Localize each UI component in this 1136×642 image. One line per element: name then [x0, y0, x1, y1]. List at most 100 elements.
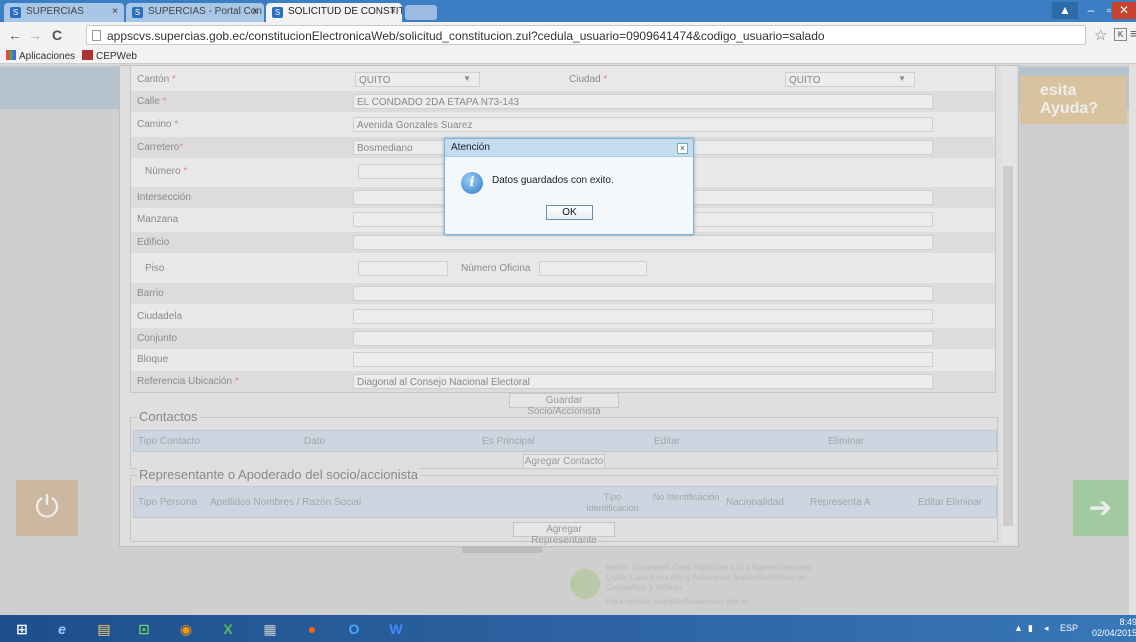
row-calle: Calle * EL CONDADO 2DA ETAPA N73-143 [131, 91, 995, 112]
label-text: Referencia Ubicación [137, 376, 233, 387]
barrio-input[interactable] [353, 286, 933, 301]
chrome-icon[interactable]: ◉ [172, 618, 200, 640]
windows-start-icon[interactable]: ⊞ [8, 618, 36, 640]
word-icon[interactable]: W [382, 618, 410, 640]
url-text: appscvs.supercias.gob.ec/constitucionEle… [107, 29, 825, 43]
row-conjunto: Conjunto [131, 328, 995, 349]
tab-supercias[interactable]: S SUPERCIAS × [4, 3, 124, 22]
label-text: Ciudad [569, 74, 601, 85]
footer-info: Matriz: Guayaquil: Calle Pichincha 410 y… [570, 563, 890, 613]
tab-label: SUPERCIAS - Portal Con [148, 6, 262, 17]
calle-input[interactable]: EL CONDADO 2DA ETAPA N73-143 [353, 94, 933, 109]
user-icon[interactable]: ▲ [1052, 2, 1078, 19]
guardar-socio-button[interactable]: Guardar Socio/Accionista [509, 393, 619, 417]
power-button[interactable]: ⏻ [16, 480, 78, 536]
bookmark-cepweb[interactable]: CEPWeb [82, 50, 137, 62]
contactos-section: Contactos Tipo Contacto Dato Es Principa… [130, 409, 998, 469]
referencia-input[interactable]: Diagonal al Consejo Nacional Electoral [353, 374, 933, 389]
representante-section: Representante o Apoderado del socio/acci… [130, 467, 998, 546]
column-header: Representa A [810, 497, 871, 508]
row-canton: Cantón * QUITO ▼ Ciudad * QUITO ▼ [131, 69, 995, 90]
agregar-contacto-button[interactable]: Agregar Contacto [523, 454, 605, 469]
close-window-button[interactable]: ✕ [1112, 2, 1136, 19]
column-header: Eliminar [828, 436, 865, 447]
tab-label: SUPERCIAS [26, 6, 84, 17]
internet-explorer-icon[interactable]: e [48, 618, 76, 640]
firefox-icon[interactable]: ● [298, 618, 326, 640]
tab-solicitud[interactable]: S SOLICITUD DE CONSTITU × [266, 3, 402, 22]
numero-oficina-input[interactable] [539, 261, 647, 276]
column-header: Eliminar [946, 497, 983, 508]
store-icon[interactable]: ⊡ [130, 618, 158, 640]
chevron-down-icon: ▼ [898, 74, 906, 83]
info-icon: i [461, 172, 483, 194]
apps-grid-icon [6, 50, 16, 60]
canton-label: Cantón * [137, 74, 176, 85]
carretero-label: Carretero* [137, 142, 183, 153]
numero-input[interactable] [358, 164, 448, 179]
new-tab-button[interactable] [405, 5, 437, 20]
agregar-representante-button[interactable]: Agregar Representante [513, 522, 615, 546]
ok-button[interactable]: OK [546, 205, 593, 220]
column-header: Editar [918, 497, 945, 508]
cepweb-icon [82, 50, 93, 60]
scrollbar-thumb[interactable] [1003, 166, 1013, 526]
bloque-input[interactable] [353, 352, 933, 367]
excel-icon[interactable]: X [214, 618, 242, 640]
label-text: Cantón [137, 74, 170, 85]
numero-oficina-label: Número Oficina [461, 263, 531, 274]
column-header: Dato [304, 436, 326, 447]
close-icon[interactable]: × [677, 143, 688, 154]
back-icon[interactable]: ← [8, 27, 22, 43]
next-button[interactable]: ➔ [1073, 480, 1128, 536]
required-mark: * [174, 119, 179, 130]
menu-icon[interactable]: ≡ [1130, 26, 1136, 41]
tab-portal[interactable]: S SUPERCIAS - Portal Con × [126, 3, 264, 22]
supercias-logo-icon [570, 569, 600, 599]
outlook-icon[interactable]: O [340, 618, 368, 640]
clock[interactable]: 8:49 02/04/2015 [1092, 617, 1136, 639]
page-scrollbar[interactable] [1129, 65, 1136, 615]
extension-icon[interactable]: K [1114, 28, 1127, 41]
url-input[interactable]: appscvs.supercias.gob.ec/constitucionEle… [86, 25, 1086, 45]
bookmark-star-icon[interactable]: ☆ [1094, 26, 1107, 44]
tray-arrow-icon[interactable]: ▲ [1014, 623, 1023, 633]
row-barrio: Barrio [131, 283, 995, 304]
bookmark-apps[interactable]: Aplicaciones [6, 50, 75, 62]
reload-icon[interactable]: C [52, 27, 62, 43]
attention-dialog: Atención × i Datos guardados con exito. … [444, 138, 694, 235]
canton-select[interactable]: QUITO ▼ [355, 72, 480, 87]
help-banner[interactable]: esita Ayuda? [1020, 76, 1127, 124]
column-header: Apellidos Nombres / Razón Social [210, 497, 362, 508]
ciudadela-input[interactable] [353, 309, 933, 324]
network-icon[interactable]: ▮ [1028, 623, 1033, 634]
volume-icon[interactable]: ◂ [1044, 623, 1049, 634]
ciudad-select[interactable]: QUITO ▼ [785, 72, 915, 87]
column-header: No Identificación [652, 492, 720, 502]
help-title: esita Ayuda? [1040, 82, 1099, 117]
language-indicator[interactable]: ESP [1060, 623, 1078, 633]
supercias-favicon-icon: S [272, 7, 283, 18]
camino-input[interactable]: Avenida Gonzales Suarez [353, 117, 933, 132]
close-tab-icon[interactable]: × [252, 6, 258, 17]
power-icon: ⏻ [35, 491, 59, 524]
contactos-title: Contactos [137, 409, 200, 424]
panel-scrollbar[interactable] [1001, 66, 1016, 544]
label-text: Carretero [137, 142, 180, 153]
referencia-label: Referencia Ubicación * [137, 376, 239, 387]
tab-label: SOLICITUD DE CONSTITU [288, 6, 402, 17]
barrio-label: Barrio [137, 288, 164, 299]
forward-icon[interactable]: → [28, 27, 42, 43]
row-piso: Piso Número Oficina [131, 258, 995, 279]
calculator-icon[interactable]: ▦ [256, 618, 284, 640]
close-tab-icon[interactable]: × [390, 6, 396, 17]
supercias-favicon-icon: S [132, 7, 143, 18]
arrow-right-icon: ➔ [1088, 492, 1113, 523]
close-tab-icon[interactable]: × [112, 6, 118, 17]
file-explorer-icon[interactable]: ▤ [90, 618, 118, 640]
piso-input[interactable] [358, 261, 448, 276]
conjunto-input[interactable] [353, 331, 933, 346]
footer-line: Matriz: Guayaquil: Calle Pichincha 410 y… [606, 563, 813, 572]
edificio-input[interactable] [353, 235, 933, 250]
required-mark: * [172, 74, 176, 85]
